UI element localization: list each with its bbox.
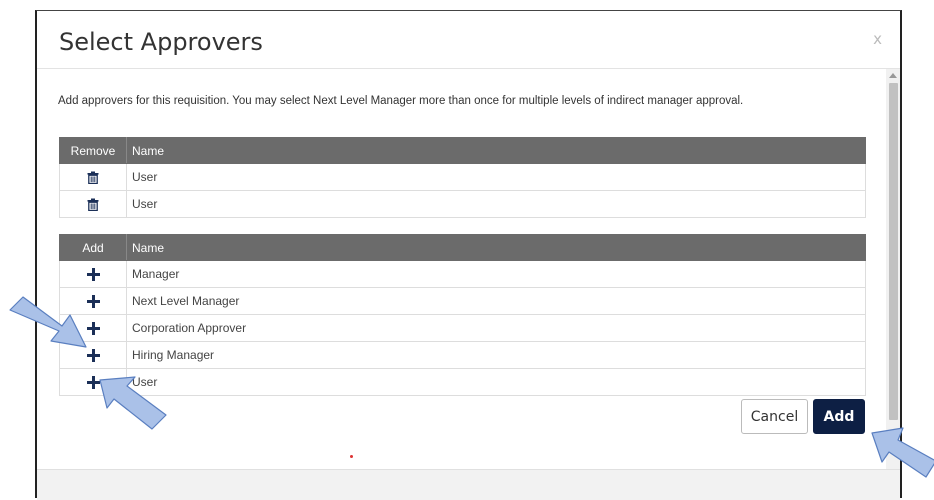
annotation-arrows — [9, 296, 934, 478]
annotation-arrow-icon — [99, 376, 167, 430]
annotation-arrow-icon — [9, 296, 87, 348]
annotation-arrow-icon — [871, 427, 934, 478]
